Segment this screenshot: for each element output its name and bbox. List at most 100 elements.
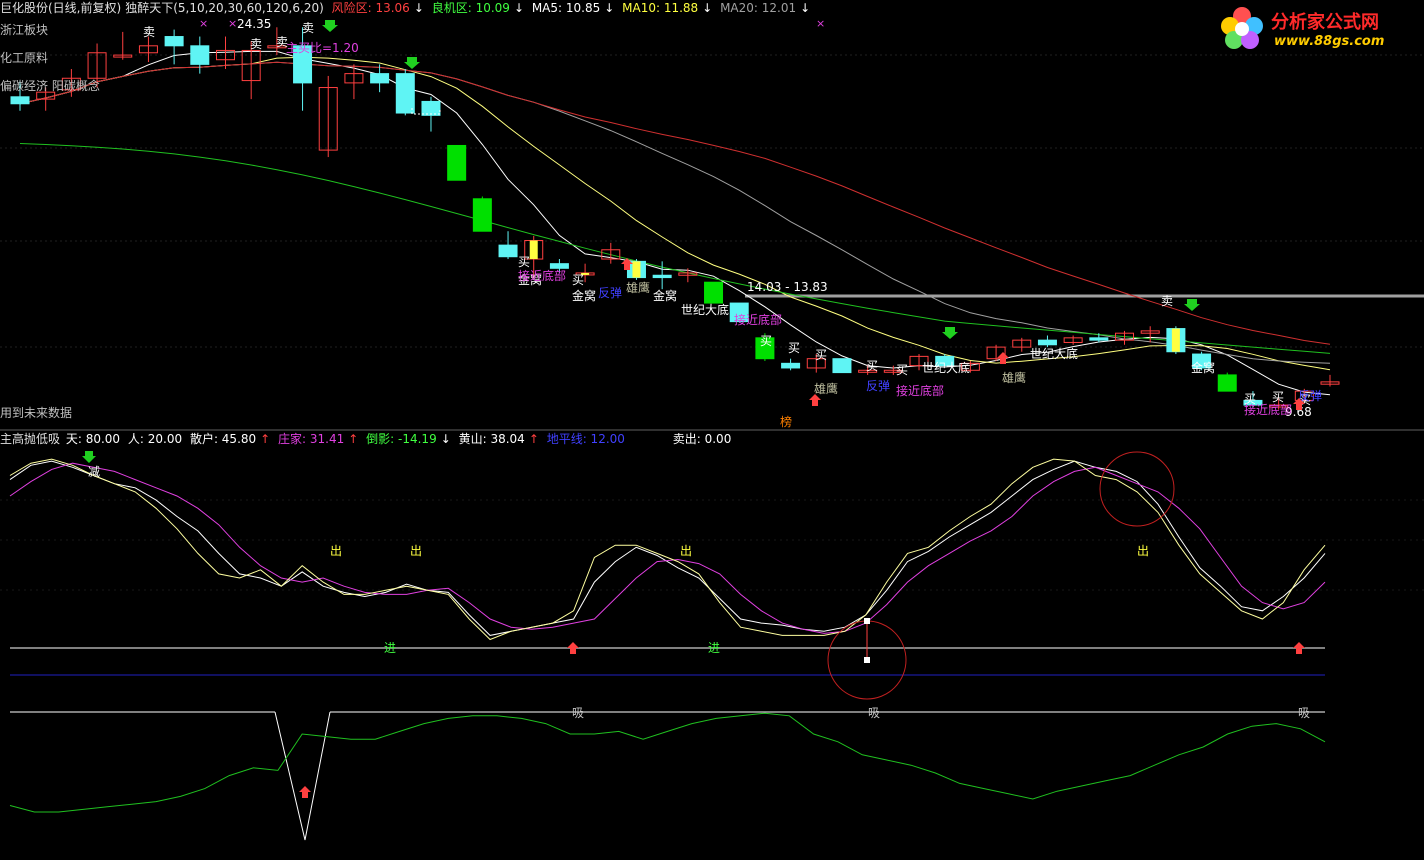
logo-url: www.88gs.com (1274, 34, 1385, 49)
buy-label: 买 (788, 341, 800, 355)
zhuangjia-value: 庄家: 31.41 (278, 432, 345, 446)
candle-body (1089, 337, 1109, 341)
candle-body (1217, 374, 1237, 392)
down-arrow-icon: ↓ (604, 1, 615, 15)
red-up-arrow-icon (299, 786, 311, 798)
ma10-line (19, 56, 1331, 371)
sell-label: 卖 (143, 25, 155, 39)
osc-label: 减 (88, 465, 100, 479)
candle-body (447, 144, 467, 181)
buy-label: 买 (1272, 390, 1284, 404)
marker-square (864, 618, 870, 624)
spike-line (274, 711, 331, 841)
ma120-line (19, 143, 1331, 354)
series-散户 (9, 460, 1326, 636)
candle-body (832, 358, 852, 374)
osc-label: 吸 (868, 706, 880, 720)
annotation-shiji: 世纪大底 (922, 360, 970, 375)
candle-body (395, 73, 415, 114)
annotation-xiongying: 雄鹰 (814, 381, 838, 396)
down-arrow-icon: ↓ (513, 1, 524, 15)
osc-label: 出 (330, 544, 342, 558)
lower-header: 主高抛低吸 天: 80.00 人: 20.00 散户: 45.80 ↑ 庄家: 3… (0, 431, 735, 447)
lower-annotations: 减出 出 出 出进 进吸 吸 吸 (82, 451, 1310, 798)
stock-chart[interactable]: 24.3514.03 - 13.839.68买买买买买 买买买买买卖卖 卖卖卖金窝接… (0, 0, 1424, 860)
buy-label: 买 (518, 255, 530, 269)
moving-average-lines (19, 50, 1331, 396)
lower-grid (0, 499, 1424, 841)
down-arrow-icon: ↓ (413, 1, 424, 15)
indicator-name: 独醉天下(5,10,20,30,60,120,6,20) (125, 1, 324, 15)
sell-label: 卖 (302, 21, 314, 35)
ma10-label: MA10: 11.88 (622, 1, 699, 15)
sector-label-zhejiang[interactable]: 浙江板块 (0, 21, 48, 38)
series-天 (9, 458, 1326, 641)
osc-label: 进 (384, 641, 396, 655)
annotation-ratio: 主买比=1.20 (286, 41, 359, 55)
cross-marker: × (228, 17, 237, 30)
site-logo[interactable]: 分析家公式网 www.88gs.com (1216, 4, 1416, 54)
candle-body (1037, 339, 1057, 346)
main-header: 巨化股份(日线,前复权) 独醉天下(5,10,20,30,60,120,6,20)… (0, 0, 814, 16)
ma20-label: MA20: 12.01 (720, 1, 797, 15)
marker-square (864, 657, 870, 663)
tian-value: 天: 80.00 (65, 432, 121, 446)
annotation-bang: 榜 (780, 414, 792, 429)
candle-highlight (1171, 328, 1180, 352)
annotation-near: 接近底部 (518, 268, 566, 283)
maichu-value: 卖出: 0.00 (672, 432, 732, 446)
huangshan-value: 黄山: 38.04 (458, 432, 525, 446)
candlestick-series (10, 27, 1340, 410)
risk-zone-label: 风险区: 13.06 (331, 1, 410, 15)
annotation-jinwo: 金窝 (653, 288, 677, 303)
flower-logo-icon (1221, 7, 1263, 49)
sector-label-chemical[interactable]: 化工原料 (0, 49, 48, 66)
cross-marker: × (199, 17, 208, 30)
candle-body (472, 198, 492, 232)
annotation-near: 接近底部 (734, 312, 782, 327)
down-arrow-icon: ↓ (702, 1, 713, 15)
annotation-jinwo: 金窝 (1191, 360, 1215, 375)
oscillator-lines (9, 458, 1326, 813)
buy-label: 买 (760, 334, 772, 348)
candle-body (421, 100, 441, 116)
down-arrow-icon: ↑ (260, 432, 271, 446)
sanhu-value: 散户: 45.80 (189, 432, 257, 446)
candle-body (370, 73, 390, 84)
sell-label: 卖 (250, 37, 262, 51)
upper-annotations: 24.3514.03 - 13.839.68买买买买买 买买买买买卖卖 卖卖卖金窝接… (143, 17, 1322, 429)
candle-body (652, 274, 672, 279)
daoying-value: 倒影: -14.19 (366, 432, 437, 446)
annotation-near: 接近底部 (1244, 402, 1292, 417)
sell-label: 卖 (1161, 294, 1173, 308)
candle-body (164, 36, 184, 47)
green-down-arrow-icon (82, 451, 96, 463)
osc-label: 出 (410, 544, 422, 558)
annotation-fantan: 反弹 (598, 286, 622, 300)
candle-body (498, 244, 518, 258)
osc-label: 进 (708, 641, 720, 655)
annotation-xiongying: 雄鹰 (626, 280, 650, 295)
annotation-shiji: 世纪大底 (681, 302, 729, 317)
green-down-arrow-icon (1184, 299, 1200, 311)
ren-value: 人: 20.00 (127, 432, 183, 446)
sector-label-carbon[interactable]: 偏碳经济 阳碳概念 (0, 77, 100, 94)
osc-label: 出 (680, 544, 692, 558)
up-arrow-icon: ↑ (528, 432, 539, 446)
oscillator-name: 主高抛低吸 (0, 432, 61, 446)
chart-title: 巨化股份(日线,前复权) (0, 1, 122, 15)
osc-label: 吸 (572, 706, 584, 720)
buy-label: 买 (572, 273, 584, 287)
annotation-jinwo: 金窝 (572, 288, 596, 303)
ma20-line (19, 61, 1331, 364)
candle-body (549, 263, 569, 269)
down-arrow-icon: ↓ (440, 432, 451, 446)
buy-label: 买 (896, 363, 908, 377)
up-arrow-icon: ↑ (348, 432, 359, 446)
dipingxian-value: 地平线: 12.00 (546, 432, 625, 446)
green-down-arrow-icon (404, 57, 420, 69)
candle-highlight (529, 240, 538, 260)
series-庄家 (9, 462, 1326, 634)
logo-name: 分析家公式网 (1271, 12, 1379, 33)
red-up-arrow-icon (1293, 642, 1305, 654)
